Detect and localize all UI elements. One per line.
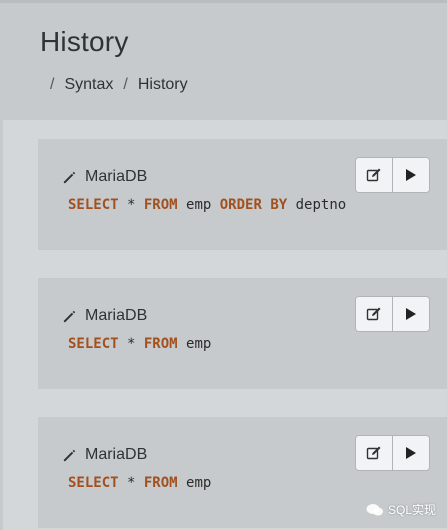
history-list: MariaDB SELECT * FROM emp ORDER BY deptn…	[3, 120, 447, 530]
sql-keyword: SELECT	[68, 197, 119, 213]
edit-icon	[366, 446, 381, 460]
sql-query[interactable]: SELECT * FROM emp	[68, 336, 211, 352]
run-query-button[interactable]	[392, 436, 429, 470]
watermark: SQL实现	[366, 501, 436, 518]
edit-icon	[366, 168, 381, 182]
history-actions	[355, 157, 430, 193]
pencil-icon	[63, 171, 76, 183]
watermark-text: SQL实现	[388, 503, 437, 517]
edit-query-button[interactable]	[356, 297, 392, 331]
sql-keyword: SELECT	[68, 475, 119, 491]
history-item-header: MariaDB	[62, 446, 147, 464]
sql-keyword: SELECT	[68, 336, 119, 352]
sql-keyword: FROM	[143, 475, 178, 491]
breadcrumb-separator: /	[123, 76, 128, 93]
sql-text: emp	[177, 197, 220, 213]
sql-text: emp	[177, 475, 212, 491]
sql-keyword: FROM	[143, 336, 178, 352]
page-title: History	[40, 26, 129, 57]
sql-keyword: FROM	[143, 197, 178, 213]
database-label: MariaDB	[85, 446, 148, 463]
history-actions	[355, 435, 430, 471]
sql-text: *	[118, 336, 144, 352]
breadcrumb-item-syntax[interactable]: Syntax	[64, 76, 113, 94]
sql-text: *	[118, 197, 144, 213]
play-icon	[406, 308, 416, 320]
play-icon	[406, 169, 416, 181]
history-item-header: MariaDB	[62, 307, 147, 325]
run-query-button[interactable]	[392, 297, 429, 331]
run-query-button[interactable]	[392, 158, 429, 192]
database-label: MariaDB	[85, 168, 148, 185]
edit-icon	[366, 307, 381, 321]
history-item-header: MariaDB	[62, 168, 147, 186]
sql-query[interactable]: SELECT * FROM emp ORDER BY deptno	[68, 197, 346, 213]
history-item: MariaDB SELECT * FROM emp ORDER BY deptn…	[38, 139, 447, 250]
sql-text: *	[118, 475, 144, 491]
sql-query[interactable]: SELECT * FROM emp	[68, 475, 211, 491]
database-label: MariaDB	[85, 307, 148, 324]
top-border	[0, 0, 447, 3]
history-item: MariaDB SELECT * FROM emp	[38, 278, 447, 389]
play-icon	[406, 447, 416, 459]
sql-text: emp	[177, 336, 212, 352]
history-actions	[355, 296, 430, 332]
chat-bubble-icon	[366, 503, 383, 515]
pencil-icon	[63, 449, 76, 461]
breadcrumb-separator: /	[50, 76, 55, 93]
history-page: History / Syntax / History MariaDB SELEC…	[0, 0, 447, 530]
edit-query-button[interactable]	[356, 158, 392, 192]
pencil-icon	[63, 310, 76, 322]
page-header: History / Syntax / History	[0, 0, 447, 120]
breadcrumb-item-history: History	[137, 76, 188, 93]
breadcrumb: / Syntax / History	[50, 76, 198, 94]
sql-text: deptno	[287, 197, 347, 213]
sql-keyword: ORDER BY	[219, 197, 288, 213]
edit-query-button[interactable]	[356, 436, 392, 470]
